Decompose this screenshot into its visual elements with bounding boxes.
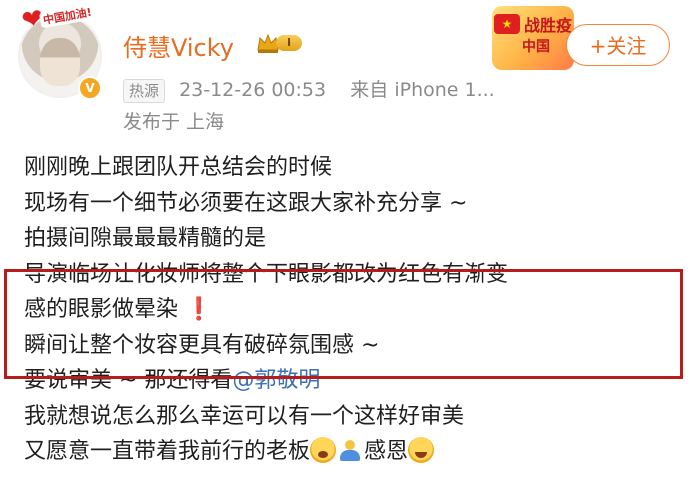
post-timestamp: 23-12-26 00:53	[179, 79, 327, 101]
highlight-box	[4, 269, 683, 379]
follow-button[interactable]: +关注	[566, 24, 670, 66]
post-line: 刚刚晚上跟团队开总结会的时候	[24, 155, 333, 180]
level-number: I	[276, 35, 302, 51]
post-source: 来自 iPhone 1...	[350, 79, 495, 101]
hot-tag[interactable]: 热源	[123, 78, 166, 103]
post-location: 发布于 上海	[123, 111, 225, 133]
level-badge[interactable]: I	[256, 32, 302, 54]
post-line: 拍摄间隙最最最精髓的是	[24, 226, 267, 251]
post-meta: 热源 23-12-26 00:53 来自 iPhone 1...	[123, 75, 495, 103]
post-line: 我就想说怎么那么幸运可以有一个这样好审美	[24, 403, 465, 429]
post-line: 现场有一个细节必须要在这跟大家补充分享 ~	[24, 190, 468, 216]
username[interactable]: 侍慧Vicky	[123, 28, 234, 63]
verified-icon: V	[78, 76, 102, 100]
avatar-badge-text: 中国加油!	[38, 3, 96, 29]
campaign-subtext: 中国	[522, 39, 550, 55]
ending-word: 感恩	[364, 439, 409, 464]
avatar-face	[40, 38, 80, 86]
campaign-text: 战胜疫	[524, 16, 573, 35]
post-line: 又愿意一直带着我前行的老板 感恩	[24, 434, 674, 470]
crying-face-emoji-icon	[408, 437, 435, 463]
fearful-face-emoji-icon	[310, 437, 337, 463]
flag-icon: ★	[494, 14, 520, 34]
people-emoji-icon	[336, 437, 364, 463]
post-line-text: 又愿意一直带着我前行的老板	[24, 439, 311, 464]
